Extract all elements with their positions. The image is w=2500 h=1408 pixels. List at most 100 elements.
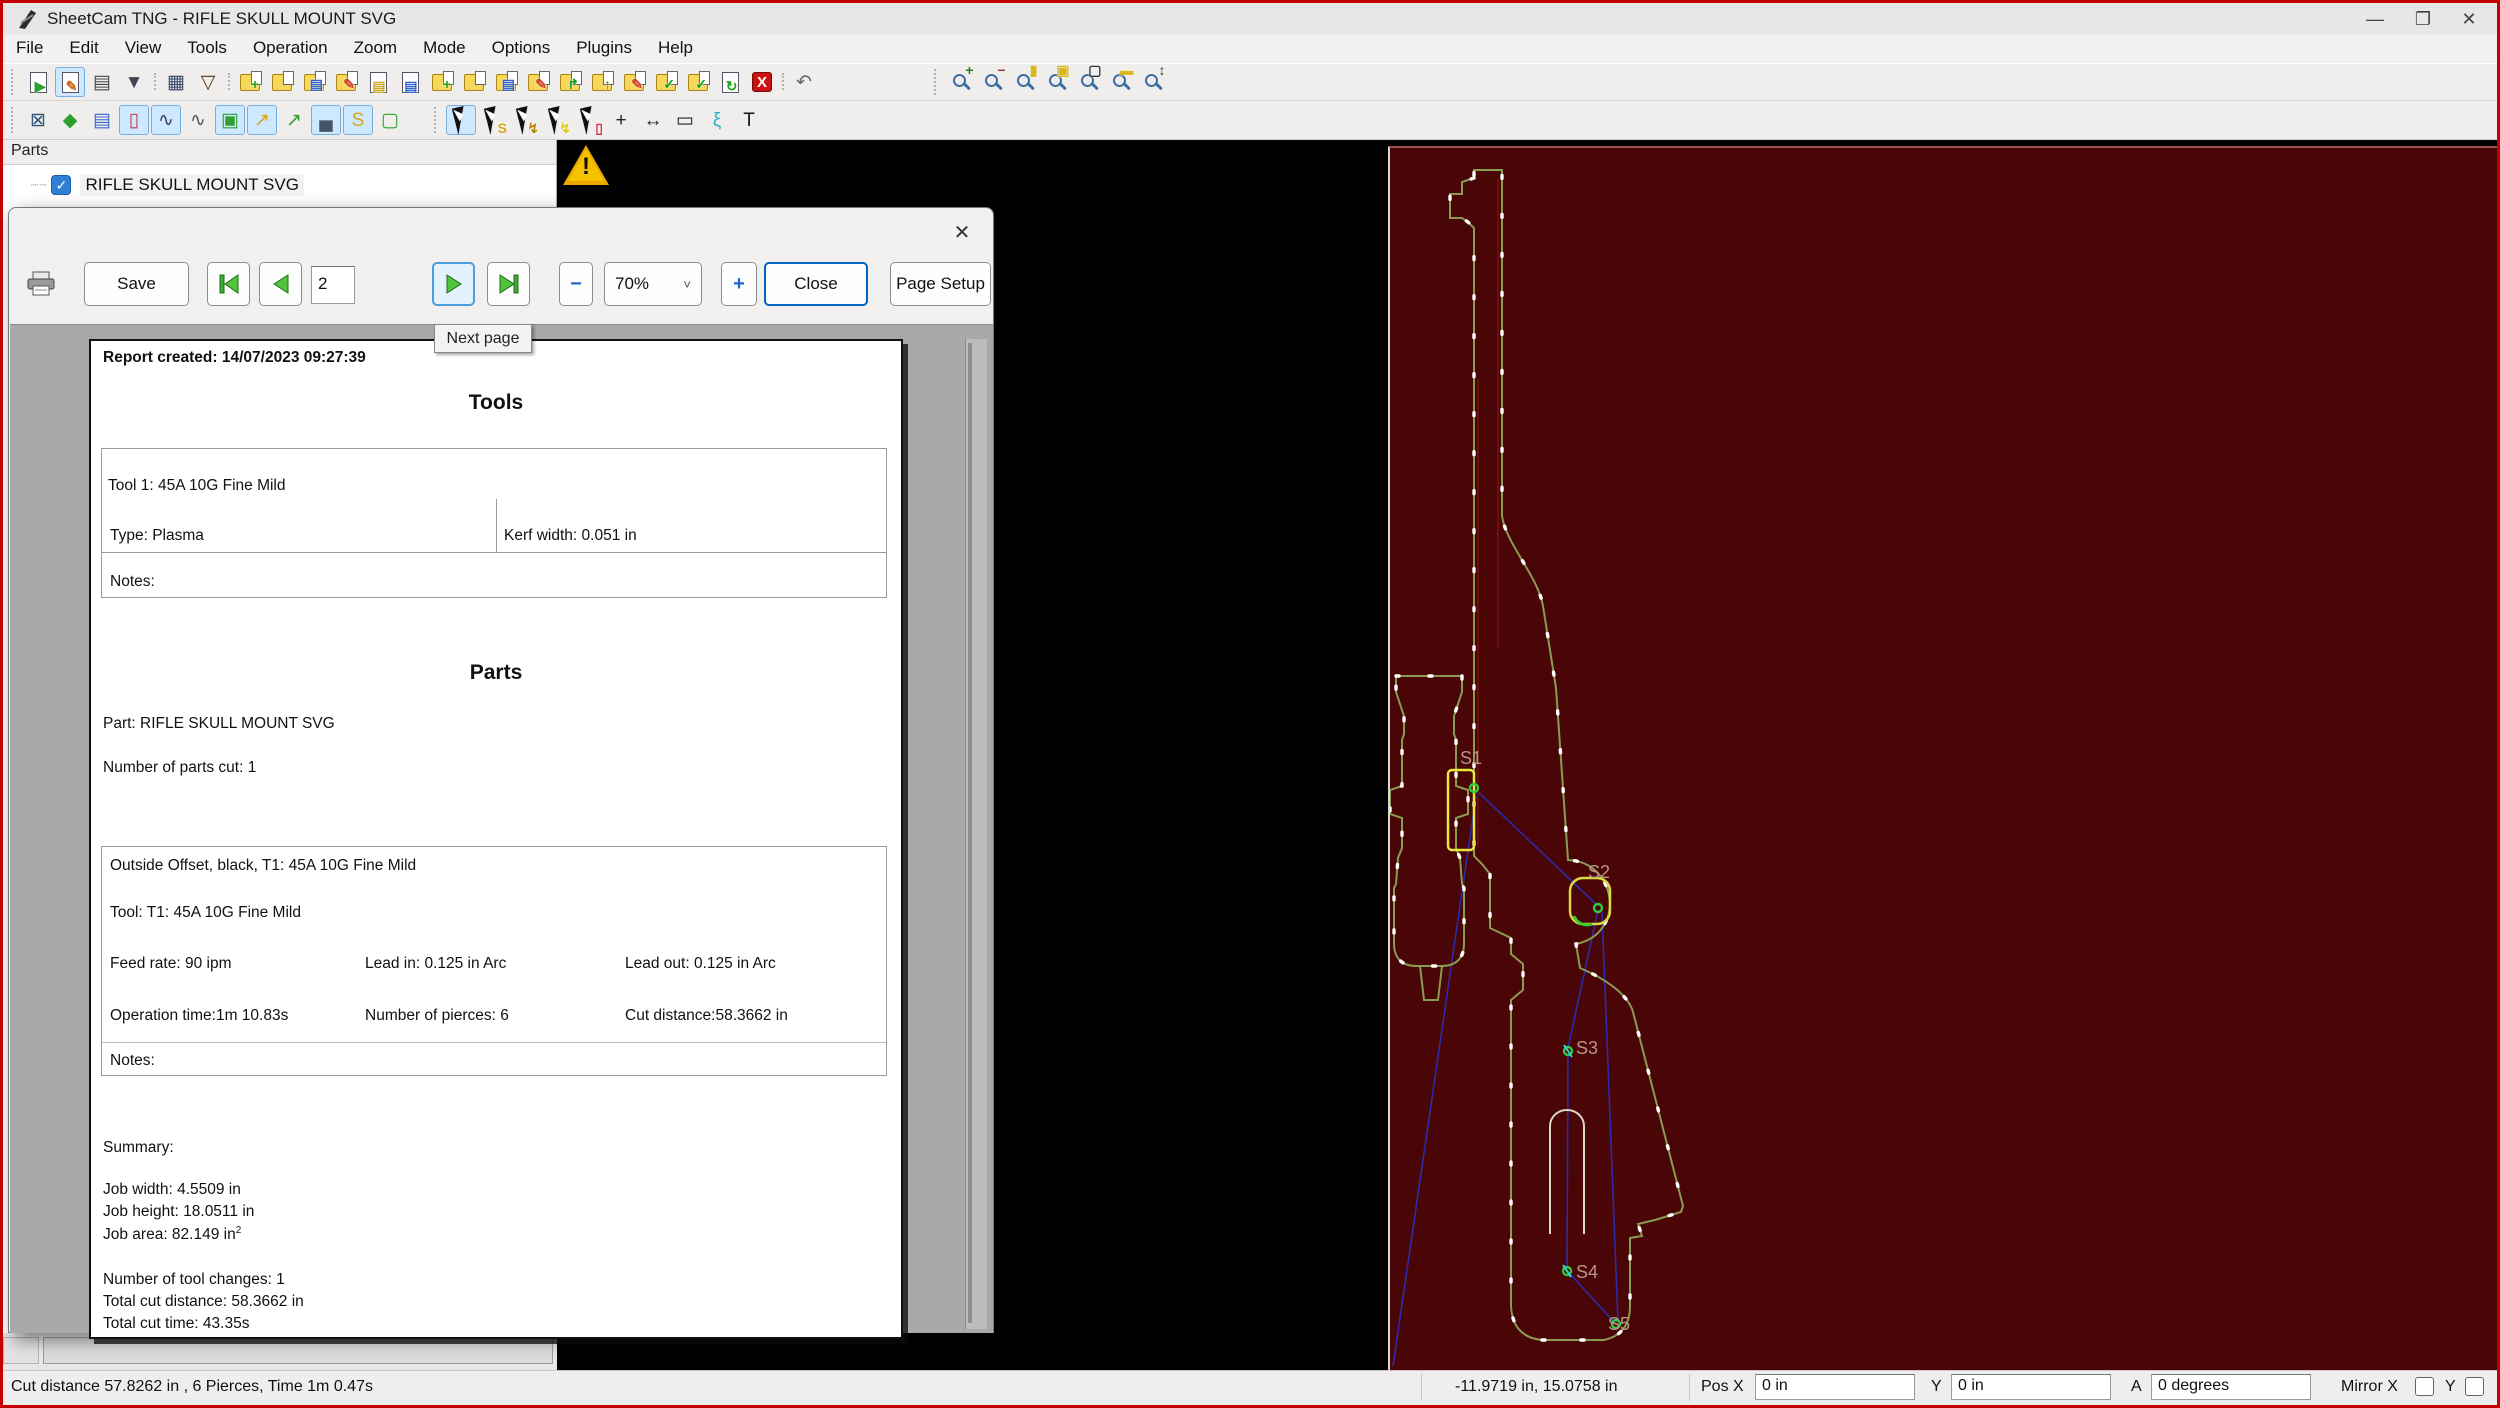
zoom-in-icon[interactable]: + (946, 63, 976, 97)
mirror-y-checkbox[interactable] (2465, 1377, 2484, 1396)
select-contour-cursor-icon[interactable]: ▯ (574, 105, 604, 135)
zoom-out-button[interactable]: − (559, 262, 593, 306)
mirror-x-checkbox[interactable] (2415, 1377, 2434, 1396)
text-icon[interactable]: T (734, 105, 764, 135)
first-page-button[interactable] (207, 262, 250, 306)
pos-x-input[interactable]: 0 in (1755, 1374, 1915, 1400)
show-nodes-icon[interactable]: ∿ (151, 105, 181, 135)
select-fast2-cursor-icon[interactable]: ↯ (542, 105, 572, 135)
zoom-in-button[interactable]: + (721, 262, 757, 306)
zoom-part-icon[interactable]: ▮ (1010, 63, 1040, 97)
zoom-out-icon[interactable]: − (978, 63, 1008, 97)
op-feed: Feed rate: 90 ipm (110, 955, 232, 972)
show-sheet-icon[interactable]: ▢ (375, 105, 405, 135)
select-fast-cursor-icon[interactable]: ↯ (510, 105, 540, 135)
menu-tools[interactable]: Tools (174, 35, 240, 63)
show-parts-icon[interactable]: ▣ (215, 105, 245, 135)
ruler-icon[interactable]: ξ (702, 105, 732, 135)
layers-icon[interactable]: ◆ (55, 105, 85, 135)
show-polyline-icon[interactable]: ∿ (183, 105, 213, 135)
job-options-icon[interactable]: ✎ (55, 67, 85, 97)
menu-file[interactable]: File (3, 35, 56, 63)
measure-icon[interactable]: ↔ (638, 105, 668, 135)
show-machine-icon[interactable]: ▄ (311, 105, 341, 135)
zoom-level-select[interactable]: 70% ˅ (604, 262, 702, 306)
menu-edit[interactable]: Edit (56, 35, 111, 63)
op-open-icon[interactable] (459, 67, 489, 97)
print-icon[interactable]: ▤ (87, 67, 117, 97)
close-dialog-button[interactable]: Close (764, 262, 868, 306)
restore-button[interactable]: ❐ (2401, 6, 2445, 34)
op-up-icon[interactable]: ↑ (587, 67, 617, 97)
zoom-extents-icon[interactable]: ▢ (1074, 63, 1104, 97)
page-number-input[interactable]: 2 (311, 266, 355, 304)
pos-y-input[interactable]: 0 in (1951, 1374, 2111, 1400)
frame-icon[interactable]: ▭ (670, 105, 700, 135)
parts-tree-item[interactable]: ┈┈ ✓ RIFLE SKULL MOUNT SVG (3, 170, 556, 200)
op-panel-icon[interactable]: ▤ (87, 105, 117, 135)
calculator-icon[interactable]: ▦ (161, 67, 191, 97)
menu-options[interactable]: Options (479, 35, 564, 63)
title-bar: SheetCam TNG - RIFLE SKULL MOUNT SVG — ❐… (3, 3, 2497, 35)
part-save-icon[interactable]: ▤ (299, 67, 329, 97)
drawing-props-icon[interactable]: ▤ (395, 67, 425, 97)
dialog-close-icon[interactable]: ✕ (945, 218, 979, 248)
minimize-button[interactable]: — (2353, 6, 2397, 34)
show-rapids-icon[interactable]: ↗ (279, 105, 309, 135)
new-job-icon[interactable]: ▶ (23, 67, 53, 97)
tools-save2-icon[interactable]: ✓ (683, 67, 713, 97)
horizontal-scrollbar[interactable] (43, 1337, 553, 1364)
preview-scrollbar[interactable] (965, 339, 987, 1329)
status-cut-info: Cut distance 57.8262 in , 6 Pierces, Tim… (11, 1378, 373, 1395)
move-part-icon[interactable]: + (606, 105, 636, 135)
tools-save-icon[interactable]: ✓ (651, 67, 681, 97)
save-button[interactable]: Save (84, 262, 189, 306)
show-leadins-icon[interactable]: ↗ (247, 105, 277, 135)
pos-y-label: Y (1931, 1378, 1942, 1395)
menu-mode[interactable]: Mode (410, 35, 479, 63)
zoom-drag-icon[interactable]: ↕ (1138, 63, 1168, 97)
menu-operation[interactable]: Operation (240, 35, 341, 63)
select-start-cursor-icon[interactable]: S (478, 105, 508, 135)
page-setup-button[interactable]: Page Setup (890, 262, 991, 306)
sequence-label-s4: S4 (1576, 1262, 1598, 1282)
next-page-button[interactable] (432, 262, 475, 306)
table-refresh-icon[interactable]: ↻ (715, 67, 745, 97)
menu-view[interactable]: View (112, 35, 175, 63)
part-add-icon[interactable]: + (235, 67, 265, 97)
tool-line: Tool 1: 45A 10G Fine Mild (108, 477, 286, 494)
show-start-icon[interactable]: S (343, 105, 373, 135)
op-add-icon[interactable]: + (427, 67, 457, 97)
post-process-icon[interactable]: ▼ (119, 67, 149, 97)
cut-order-icon[interactable]: ⊠ (23, 105, 53, 135)
next-page-icon (446, 274, 462, 294)
part-checkbox[interactable]: ✓ (51, 175, 72, 195)
drawing-open-icon[interactable]: ▤ (363, 67, 393, 97)
op-edit2-icon[interactable]: ✎ (619, 67, 649, 97)
op-save-icon[interactable]: ▤ (491, 67, 521, 97)
close-button[interactable]: ✕ (2447, 6, 2491, 34)
op-edit-icon[interactable]: ✎ (523, 67, 553, 97)
menu-help[interactable]: Help (645, 35, 706, 63)
angle-input[interactable]: 0 degrees (2151, 1374, 2311, 1400)
menu-plugins[interactable]: Plugins (563, 35, 645, 63)
material-sheet[interactable]: S1 S2 S3 S4 S5 (1388, 146, 2497, 1370)
zoom-sheet-icon[interactable]: ▬ (1106, 63, 1136, 97)
zoom-parts-icon[interactable]: ▣ (1042, 63, 1072, 97)
toolbar-grip (11, 69, 18, 95)
previous-page-button[interactable] (259, 262, 302, 306)
op-import-icon[interactable]: ↱ (555, 67, 585, 97)
print-button[interactable] (19, 262, 63, 306)
parts-heading: Parts (469, 661, 523, 684)
delete-all-icon[interactable]: X (747, 67, 777, 97)
undo-icon[interactable]: ↶ (789, 67, 819, 97)
part-open-icon[interactable] (267, 67, 297, 97)
part-name-label[interactable]: RIFLE SKULL MOUNT SVG (80, 174, 304, 196)
printer-icon (27, 271, 55, 296)
last-page-button[interactable] (487, 262, 530, 306)
menu-zoom[interactable]: Zoom (341, 35, 410, 63)
show-contours-icon[interactable]: ▯ (119, 105, 149, 135)
part-edit-icon[interactable]: ✎ (331, 67, 361, 97)
select-cursor-icon[interactable] (446, 105, 476, 135)
tool-edit-icon[interactable]: ▽ (193, 67, 223, 97)
